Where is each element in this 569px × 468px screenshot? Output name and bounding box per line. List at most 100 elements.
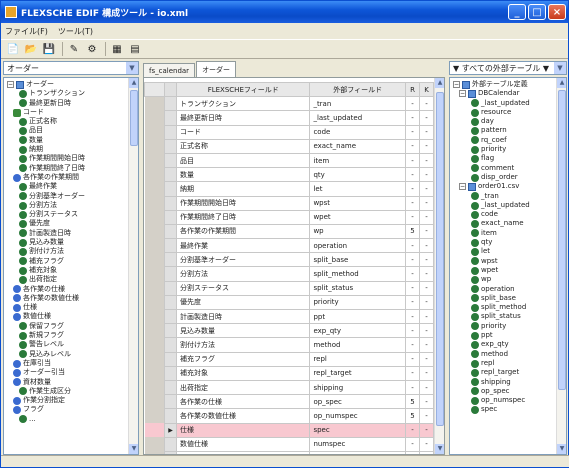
cell-r[interactable]: - <box>405 110 420 126</box>
cell-k[interactable]: - <box>419 323 434 339</box>
right-tree-item[interactable]: split_base <box>450 294 566 303</box>
cell-external-field[interactable]: split_status <box>309 280 406 296</box>
table-row[interactable]: トランザクション _tran - - <box>144 96 434 112</box>
cell-r[interactable]: - <box>405 152 420 169</box>
menu-tools[interactable]: ツール(T) <box>58 26 93 37</box>
scroll-up-icon[interactable]: ▲ <box>129 78 138 88</box>
row-header[interactable] <box>164 181 177 197</box>
right-tree-item[interactable]: shipping <box>450 378 566 387</box>
cell-flexsche-field[interactable]: 正式名称 <box>175 138 311 154</box>
right-tree-item[interactable]: flag <box>450 154 566 164</box>
cell-flexsche-field[interactable]: 数値仕様 <box>175 436 311 452</box>
left-tree-item[interactable]: 作業分割指定 <box>4 396 138 405</box>
cell-flexsche-field[interactable]: トランザクション <box>175 96 311 112</box>
external-field-tree[interactable]: − 外部テーブル定義 − DBCalendar _last_updated resourc… <box>449 77 567 455</box>
table-row[interactable]: 数値仕様 numspec - - <box>144 436 434 452</box>
left-tree-item[interactable]: 補充対象 <box>4 266 138 275</box>
left-tree-item[interactable]: 正式名称 <box>4 117 138 126</box>
collapse-toggle-icon[interactable]: − <box>459 90 466 98</box>
right-tree-item[interactable]: pattern <box>450 126 566 136</box>
cell-external-field[interactable]: repl <box>309 351 406 367</box>
cell-flexsche-field[interactable]: 各作業の作業期間 <box>175 223 311 240</box>
left-tree-item[interactable]: 優先度 <box>4 219 138 229</box>
cell-k[interactable]: - <box>419 280 434 296</box>
save-icon[interactable]: 💾 <box>41 41 57 57</box>
left-tree-item[interactable]: フラグ <box>4 405 138 415</box>
table-row[interactable]: 作業期間開始日時 wpst - - <box>144 195 434 211</box>
cell-external-field[interactable]: code <box>309 124 406 140</box>
table-row[interactable]: 正式名称 exact_name - - <box>144 138 434 154</box>
row-header[interactable] <box>164 294 177 311</box>
tab-order[interactable]: オーダー <box>196 61 237 77</box>
collapse-toggle-icon[interactable]: − <box>453 81 460 89</box>
left-tree-scrollbar[interactable]: ▲ ▼ <box>128 78 138 454</box>
cell-external-field[interactable]: ppt <box>309 308 406 325</box>
right-tree-item[interactable]: − 外部テーブル定義 <box>450 80 566 89</box>
new-file-icon[interactable]: 📄 <box>5 41 21 57</box>
maximize-button[interactable]: □ <box>528 4 546 20</box>
right-tree-item[interactable]: − order01.csv <box>450 182 566 191</box>
right-tree-scrollbar[interactable]: ▲ ▼ <box>556 78 566 454</box>
cell-k[interactable]: - <box>419 394 434 410</box>
table-row[interactable]: 納期 let - - <box>144 181 434 197</box>
row-header[interactable] <box>164 266 177 282</box>
right-tree-item[interactable]: split_method <box>450 303 566 312</box>
left-tree-item[interactable]: 最終更新日時 <box>4 99 138 108</box>
table-row[interactable]: 最終作業 operation - - <box>144 238 434 254</box>
cell-r[interactable]: - <box>405 209 420 225</box>
right-tree-item[interactable]: spec <box>450 405 566 415</box>
row-header[interactable] <box>164 96 177 112</box>
left-tree-item[interactable]: 新規フラグ <box>4 331 138 340</box>
cell-flexsche-field[interactable]: 割付け方法 <box>175 337 311 353</box>
collapse-toggle-icon[interactable]: − <box>459 183 466 191</box>
cell-k[interactable]: - <box>419 96 434 112</box>
left-tree-item[interactable]: 割付け方法 <box>4 247 138 256</box>
right-tree-item[interactable]: repl <box>450 359 566 368</box>
cell-external-field[interactable]: wpst <box>309 195 406 211</box>
cell-k[interactable]: - <box>419 436 434 452</box>
cell-flexsche-field[interactable]: 見込み数量 <box>175 323 311 339</box>
field-tree[interactable]: − オーダー トランザクション 最終更新日時 コード 正式名称 品目 数量 納期 作業期間開始日時… <box>3 77 139 455</box>
row-header[interactable] <box>164 365 177 381</box>
minimize-button[interactable]: _ <box>508 4 526 20</box>
cell-r[interactable]: - <box>405 238 420 254</box>
right-tree-item[interactable]: exact_name <box>450 219 566 229</box>
cell-flexsche-field[interactable]: 最終更新日時 <box>175 110 311 126</box>
right-tree-item[interactable]: comment <box>450 164 566 173</box>
cell-k[interactable]: - <box>419 266 434 282</box>
table-row[interactable]: ▶ 仕様 spec - - <box>144 422 434 438</box>
right-tree-item[interactable]: item <box>450 229 566 238</box>
left-tree-item[interactable]: コード <box>4 108 138 117</box>
cell-k[interactable]: - <box>419 238 434 254</box>
cell-external-field[interactable]: split_method <box>309 266 406 282</box>
cell-flexsche-field[interactable]: 作業期間開始日時 <box>175 195 311 211</box>
cell-r[interactable]: - <box>405 294 420 311</box>
cell-flexsche-field[interactable]: 品目 <box>175 152 311 169</box>
row-header[interactable] <box>164 152 177 169</box>
left-tree-item[interactable]: 分割方法 <box>4 201 138 210</box>
table-row[interactable]: 作業期間終了日時 wpet - - <box>144 209 434 225</box>
table-row[interactable]: 最終更新日時 _last_updated - - <box>144 110 434 126</box>
chevron-down-icon[interactable]: ▼ <box>126 62 138 74</box>
cell-k[interactable]: - <box>419 252 434 268</box>
cell-r[interactable]: 5 <box>405 408 420 424</box>
table-row[interactable]: 出荷指定 shipping - - <box>144 379 434 396</box>
row-header[interactable] <box>164 323 177 339</box>
table-edit-icon[interactable]: ▤ <box>127 41 143 57</box>
cell-external-field[interactable]: split_base <box>309 252 406 268</box>
cell-flexsche-field[interactable]: 優先度 <box>175 294 311 311</box>
cell-k[interactable]: - <box>419 351 434 367</box>
left-tree-item[interactable]: 作業期間開始日時 <box>4 154 138 164</box>
right-tree-item[interactable]: op_spec <box>450 387 566 396</box>
left-tree-item[interactable]: 出荷指定 <box>4 275 138 284</box>
cell-k[interactable]: - <box>419 110 434 126</box>
cell-flexsche-field[interactable]: 補充対象 <box>175 365 311 381</box>
cell-external-field[interactable]: method <box>309 337 406 353</box>
cell-r[interactable]: - <box>405 167 420 183</box>
right-tree-item[interactable]: code <box>450 210 566 219</box>
chevron-down-icon[interactable]: ▼ <box>554 62 566 74</box>
col-header-r[interactable]: R <box>405 81 420 98</box>
tool-icon[interactable]: ✎ <box>66 41 82 57</box>
row-header[interactable] <box>164 408 177 424</box>
cell-k[interactable]: - <box>419 308 434 325</box>
